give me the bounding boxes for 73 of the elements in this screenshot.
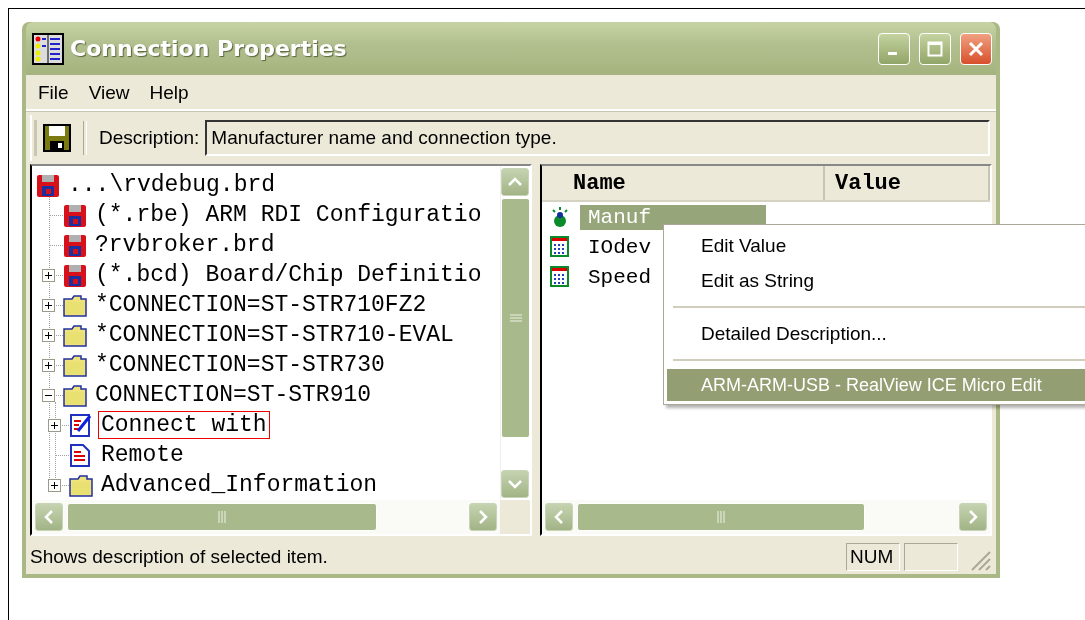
horizontal-scrollbar[interactable] — [32, 500, 500, 534]
expand-toggle[interactable] — [42, 298, 55, 312]
expand-toggle[interactable] — [48, 478, 61, 492]
grip-lines-icon — [717, 511, 725, 523]
edit-document-icon — [69, 412, 93, 438]
node-icon — [550, 206, 570, 228]
tree-item[interactable]: (*.bcd) Board/Chip Definitio — [92, 261, 485, 289]
chevron-right-icon — [968, 510, 978, 524]
maximize-icon — [927, 40, 943, 57]
tree-item[interactable]: ?rvbroker.brd — [92, 231, 278, 259]
folder-icon — [69, 472, 93, 498]
tree-item[interactable]: Advanced_Information — [98, 471, 381, 499]
tree-item[interactable]: CONNECTION=ST-STR910 — [92, 381, 375, 409]
menu-item[interactable]: Edit Value — [667, 228, 1085, 263]
tree-item[interactable]: ...\rvdebug.brd — [65, 171, 279, 199]
chevron-down-icon — [508, 479, 522, 489]
grip-lines-icon — [509, 314, 522, 322]
minimize-button[interactable] — [878, 32, 910, 65]
status-panel — [904, 543, 958, 571]
tree-item[interactable]: *CONNECTION=ST-STR710FZ2 — [92, 291, 430, 319]
tree-item[interactable]: *CONNECTION=ST-STR710-EVAL — [92, 321, 457, 349]
description-field[interactable]: Manufacturer name and connection type. — [205, 120, 990, 156]
horizontal-scrollbar[interactable] — [542, 500, 990, 534]
scroll-right-button[interactable] — [959, 503, 987, 531]
scroll-thumb[interactable] — [67, 503, 377, 531]
minimize-icon — [887, 52, 897, 55]
expand-toggle[interactable] — [48, 418, 61, 432]
chevron-left-icon — [554, 510, 564, 524]
expand-toggle[interactable] — [42, 328, 55, 342]
property-name[interactable]: IOdev — [580, 234, 659, 260]
column-header[interactable]: Value — [825, 166, 990, 200]
property-name[interactable]: Speed — [580, 264, 659, 290]
app-icon — [32, 32, 64, 65]
scroll-thumb[interactable] — [577, 503, 865, 531]
grip-lines-icon — [218, 511, 226, 523]
menu-item[interactable]: File — [28, 80, 79, 106]
document-icon — [69, 442, 93, 468]
scroll-left-button[interactable] — [35, 503, 63, 531]
expand-toggle[interactable] — [42, 358, 55, 372]
window-title: Connection Properties — [70, 36, 348, 61]
collapse-toggle[interactable] — [42, 388, 55, 402]
folder-icon — [63, 322, 87, 348]
expand-toggle[interactable] — [42, 268, 55, 282]
menu-item[interactable]: Help — [139, 80, 199, 106]
maximize-button[interactable] — [919, 32, 951, 65]
close-icon — [968, 40, 984, 57]
chevron-left-icon — [44, 510, 54, 524]
chevron-right-icon — [478, 510, 488, 524]
scroll-right-button[interactable] — [469, 503, 497, 531]
scroll-down-button[interactable] — [501, 470, 529, 498]
column-header[interactable]: Name — [542, 166, 825, 200]
folder-icon — [63, 382, 87, 408]
folder-icon — [63, 292, 87, 318]
chevron-up-icon — [508, 177, 522, 187]
tree-item[interactable]: Remote — [98, 441, 187, 469]
vertical-scrollbar[interactable] — [500, 166, 530, 500]
scroll-left-button[interactable] — [545, 503, 573, 531]
description-label: Description: — [99, 127, 200, 149]
save-icon[interactable] — [43, 124, 71, 152]
scroll-up-button[interactable] — [501, 168, 529, 196]
menu-item[interactable]: Detailed Description... — [667, 316, 1085, 351]
tree-item[interactable]: (*.rbe) ARM RDI Configuratio — [92, 201, 485, 229]
close-button[interactable] — [960, 32, 992, 65]
scroll-thumb[interactable] — [501, 198, 530, 438]
folder-icon — [63, 352, 87, 378]
tree-item[interactable]: *CONNECTION=ST-STR730 — [92, 351, 388, 379]
status-text: Shows description of selected item. — [30, 546, 329, 568]
menu-item[interactable]: Edit as String — [667, 263, 1085, 298]
table-icon — [550, 236, 570, 258]
tree-item[interactable]: Connect with — [98, 411, 270, 439]
table-icon — [550, 266, 570, 288]
status-panel: NUM — [846, 543, 900, 571]
menu-item[interactable]: View — [78, 80, 140, 106]
